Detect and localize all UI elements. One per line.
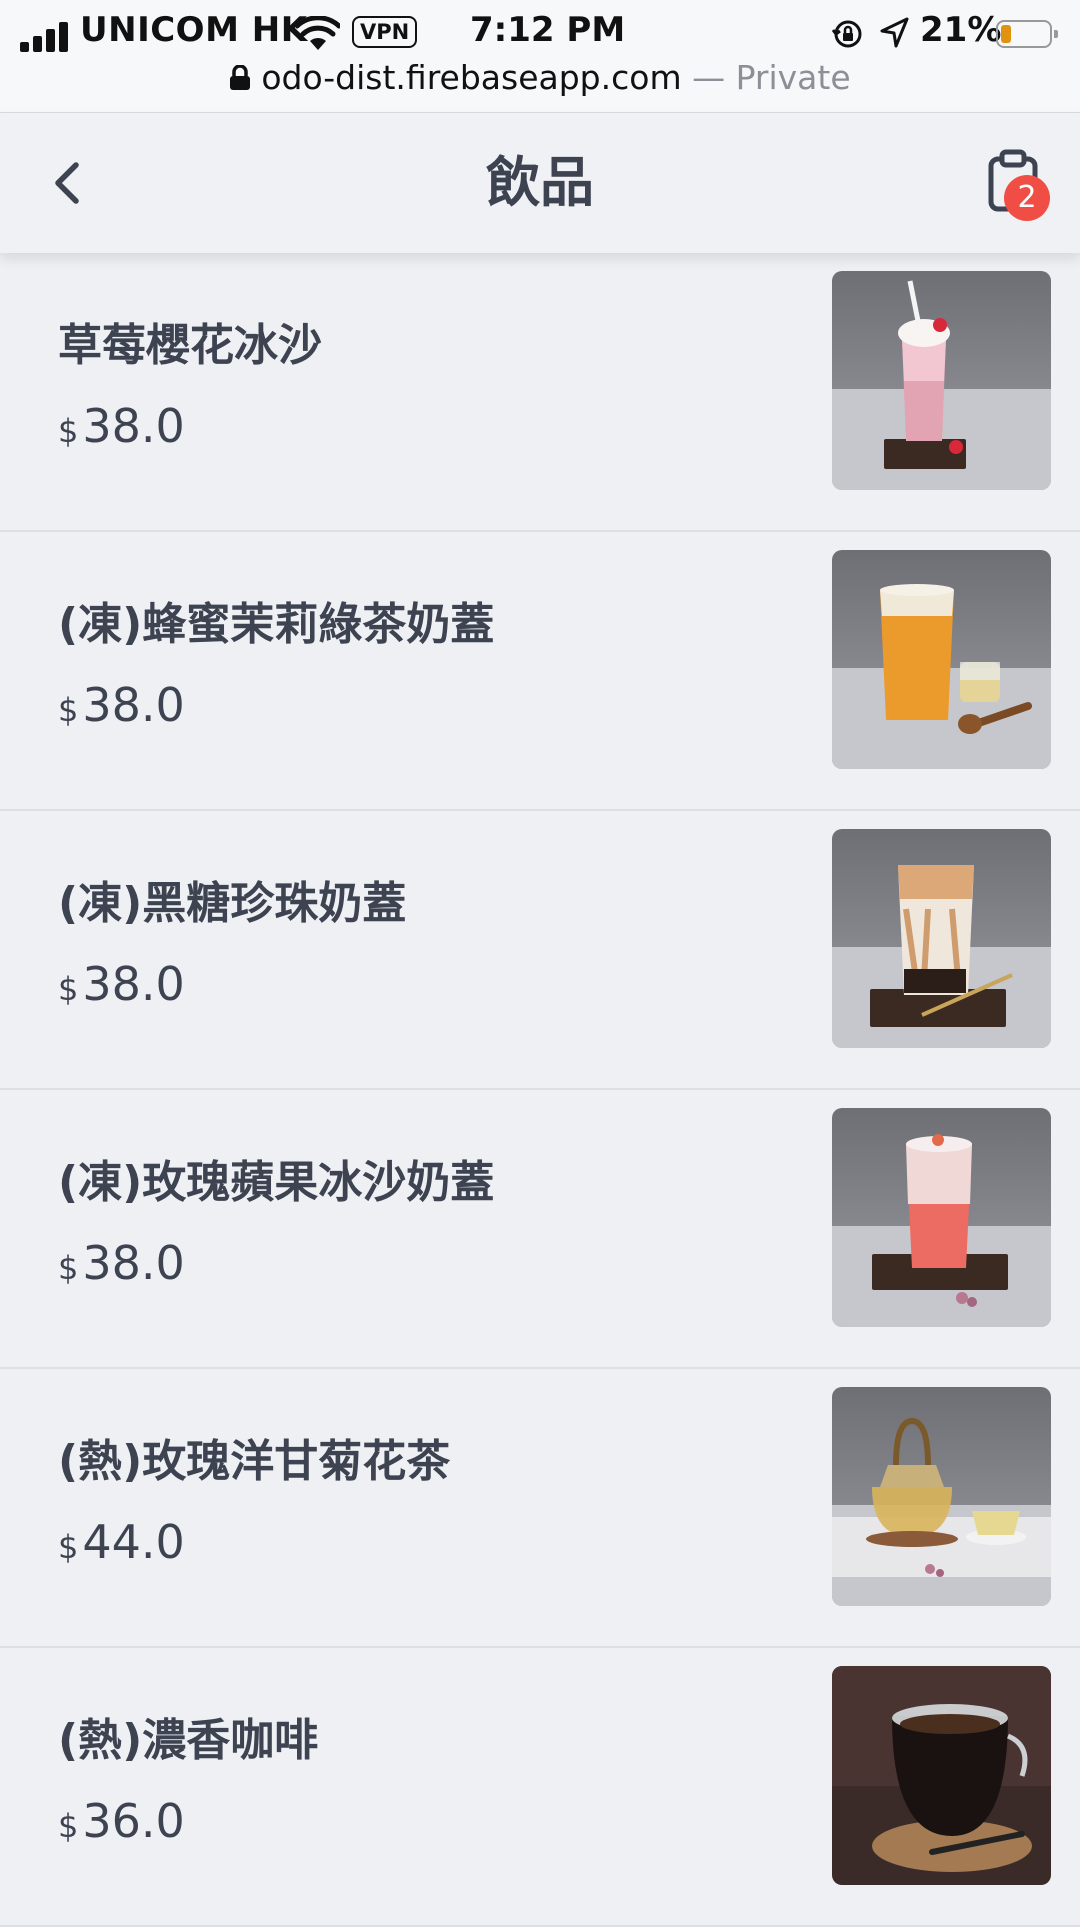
price-value: 44.0 (82, 1515, 185, 1569)
product-name: (熱)濃香咖啡 (58, 1715, 319, 1766)
product-name: 草莓櫻花冰沙 (58, 320, 322, 371)
price-value: 38.0 (82, 1236, 185, 1290)
status-bar: UNICOM HK VPN 7:12 PM 21% odo-dist.fireb… (0, 0, 1080, 113)
url-host: odo-dist.firebaseapp.com (261, 58, 682, 97)
product-image-rose-chamomile-tea[interactable] (832, 1387, 1051, 1606)
product-price: $38.0 (58, 399, 185, 453)
currency-symbol: $ (58, 970, 79, 1008)
product-image-rose-apple-smoothie[interactable] (832, 1108, 1051, 1327)
product-price: $38.0 (58, 678, 185, 732)
product-name: (熱)玫瑰洋甘菊花茶 (58, 1436, 451, 1487)
product-photo (832, 1387, 1051, 1606)
currency-symbol: $ (58, 1528, 79, 1566)
product-price: $44.0 (58, 1515, 185, 1569)
cart-count-badge: 2 (1004, 175, 1050, 221)
product-item[interactable]: (熱)濃香咖啡 $36.0 (0, 1648, 1080, 1927)
product-item[interactable]: (熱)玫瑰洋甘菊花茶 $44.0 (0, 1369, 1080, 1648)
back-button[interactable] (40, 153, 100, 213)
product-photo (832, 829, 1051, 1048)
currency-symbol: $ (58, 691, 79, 729)
product-name: (凍)蜂蜜茉莉綠茶奶蓋 (58, 599, 495, 650)
product-item[interactable]: (凍)黑糖珍珠奶蓋 $38.0 (0, 811, 1080, 1090)
product-name: (凍)黑糖珍珠奶蓋 (58, 878, 407, 929)
product-image-strawberry-sakura-smoothie[interactable] (832, 271, 1051, 490)
product-photo (832, 271, 1051, 490)
carrier-name: UNICOM HK (80, 10, 308, 50)
signal-strength-icon (20, 22, 70, 52)
product-price: $38.0 (58, 957, 185, 1011)
status-time: 7:12 PM (470, 10, 626, 50)
padlock-icon (230, 65, 251, 90)
currency-symbol: $ (58, 1249, 79, 1287)
url-bar[interactable]: odo-dist.firebaseapp.com — Private (0, 54, 1080, 102)
product-item[interactable]: (凍)蜂蜜茉莉綠茶奶蓋 $38.0 (0, 532, 1080, 811)
page-title: 飲品 (486, 151, 594, 214)
product-photo (832, 550, 1051, 769)
chevron-left-icon (55, 162, 79, 204)
price-value: 38.0 (82, 957, 185, 1011)
cart-button[interactable]: 2 (984, 149, 1050, 229)
product-name: (凍)玫瑰蘋果冰沙奶蓋 (58, 1157, 495, 1208)
battery-icon (996, 20, 1058, 48)
product-photo (832, 1108, 1051, 1327)
private-label: — Private (692, 58, 851, 97)
product-item[interactable]: 草莓櫻花冰沙 $38.0 (0, 253, 1080, 532)
rotation-lock-icon (832, 20, 862, 48)
product-image-honey-jasmine-green-tea[interactable] (832, 550, 1051, 769)
product-price: $36.0 (58, 1794, 185, 1848)
price-value: 36.0 (82, 1794, 185, 1848)
vpn-badge: VPN (352, 16, 418, 48)
currency-symbol: $ (58, 1807, 79, 1845)
product-image-brown-sugar-boba[interactable] (832, 829, 1051, 1048)
product-photo (832, 1666, 1051, 1885)
product-price: $38.0 (58, 1236, 185, 1290)
battery-percent: 21% (920, 10, 1002, 50)
location-arrow-icon (880, 17, 909, 48)
currency-symbol: $ (58, 412, 79, 450)
price-value: 38.0 (82, 399, 185, 453)
product-image-hot-coffee[interactable] (832, 1666, 1051, 1885)
wifi-icon (296, 16, 340, 50)
product-item[interactable]: (凍)玫瑰蘋果冰沙奶蓋 $38.0 (0, 1090, 1080, 1369)
price-value: 38.0 (82, 678, 185, 732)
app-header: 飲品 2 (0, 113, 1080, 253)
